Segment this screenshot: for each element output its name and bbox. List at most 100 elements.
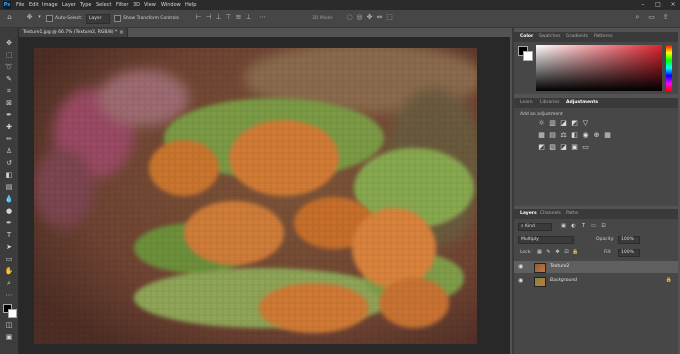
exposure-icon[interactable]: ◩ bbox=[571, 120, 578, 127]
brightness-icon[interactable]: ☼ bbox=[538, 120, 545, 127]
share-icon[interactable]: ⇪ bbox=[662, 14, 669, 21]
lock-paint-icon[interactable]: ✎ bbox=[545, 249, 552, 256]
drag-3d-icon[interactable]: ✥ bbox=[366, 14, 373, 21]
menu-help[interactable]: Help bbox=[185, 1, 196, 9]
screen-mode-icon[interactable]: ▣ bbox=[3, 332, 15, 342]
auto-select-dropdown[interactable]: Layer bbox=[86, 14, 110, 24]
healing-brush-tool-icon[interactable]: ✚ bbox=[3, 122, 15, 132]
quick-select-tool-icon[interactable]: ✎ bbox=[3, 74, 15, 84]
lasso-tool-icon[interactable]: ➰ bbox=[3, 62, 15, 72]
background-color-swatch[interactable] bbox=[8, 309, 17, 318]
lock-pixels-icon[interactable]: ▦ bbox=[536, 249, 543, 256]
align-top-icon[interactable]: ⊤ bbox=[225, 14, 232, 21]
gradient-tool-icon[interactable]: ▤ bbox=[3, 182, 15, 192]
tab-patterns[interactable]: Patterns bbox=[594, 34, 613, 39]
layer-filter-kind[interactable]: ⌕ Kind bbox=[518, 223, 552, 231]
document-tab[interactable]: Texture1.jpg @ 66.7% (Texture2, RGB/8) *… bbox=[19, 28, 128, 37]
opacity-input[interactable]: 100% bbox=[618, 236, 640, 244]
scale-3d-icon[interactable]: ⬚ bbox=[386, 14, 393, 21]
quick-mask-icon[interactable]: ◫ bbox=[3, 320, 15, 330]
layer-row-background[interactable]: ◉ Background 🔒 bbox=[514, 275, 678, 287]
align-right-icon[interactable]: ⊥ bbox=[215, 14, 222, 21]
filter-shape-icon[interactable]: ▭ bbox=[590, 223, 597, 230]
move-tool-icon[interactable]: ✥ bbox=[3, 38, 15, 48]
history-brush-tool-icon[interactable]: ↺ bbox=[3, 158, 15, 168]
maximize-icon[interactable]: □ bbox=[651, 0, 665, 10]
visibility-eye-icon[interactable]: ◉ bbox=[518, 277, 523, 284]
menu-select[interactable]: Select bbox=[96, 1, 111, 9]
lock-artboard-icon[interactable]: ⊡ bbox=[563, 249, 570, 256]
pen-tool-icon[interactable]: ✒ bbox=[3, 218, 15, 228]
filter-smart-icon[interactable]: ⊡ bbox=[600, 223, 607, 230]
align-middle-icon[interactable]: ≡ bbox=[235, 14, 242, 21]
color-field[interactable] bbox=[536, 45, 662, 91]
workspace-icon[interactable]: ▭ bbox=[648, 14, 655, 21]
marquee-tool-icon[interactable]: ⬚ bbox=[3, 50, 15, 60]
move-tool-icon[interactable]: ✥ bbox=[26, 14, 33, 21]
filter-type-icon[interactable]: T bbox=[580, 223, 587, 230]
frame-tool-icon[interactable]: ⊠ bbox=[3, 98, 15, 108]
menu-edit[interactable]: Edit bbox=[29, 1, 39, 9]
minimize-icon[interactable]: – bbox=[636, 0, 650, 10]
color-balance-icon[interactable]: ⚖ bbox=[560, 132, 567, 139]
color-lookup-icon[interactable]: ▦ bbox=[604, 132, 611, 139]
tab-paths[interactable]: Paths bbox=[566, 211, 578, 216]
eyedropper-tool-icon[interactable]: ✒ bbox=[3, 110, 15, 120]
filter-adjustment-icon[interactable]: ◐ bbox=[570, 223, 577, 230]
menu-image[interactable]: Image bbox=[42, 1, 58, 9]
blur-tool-icon[interactable]: 💧 bbox=[3, 194, 15, 204]
menu-window[interactable]: Window bbox=[161, 1, 181, 9]
close-tab-icon[interactable]: × bbox=[119, 29, 124, 36]
invert-icon[interactable]: ◩ bbox=[538, 144, 545, 151]
tab-swatches[interactable]: Swatches bbox=[539, 34, 561, 39]
tab-gradients[interactable]: Gradients bbox=[566, 34, 588, 39]
photo-filter-icon[interactable]: ◉ bbox=[582, 132, 589, 139]
orbit-3d-icon[interactable]: ◌ bbox=[346, 14, 353, 21]
threshold-icon[interactable]: ◪ bbox=[560, 144, 567, 151]
levels-icon[interactable]: ▥ bbox=[549, 120, 556, 127]
dodge-tool-icon[interactable]: ● bbox=[3, 206, 15, 216]
align-left-icon[interactable]: ⊢ bbox=[195, 14, 202, 21]
curves-icon[interactable]: ◪ bbox=[560, 120, 567, 127]
hand-tool-icon[interactable]: ✋ bbox=[3, 266, 15, 276]
menu-filter[interactable]: Filter bbox=[116, 1, 128, 9]
type-tool-icon[interactable]: T bbox=[3, 230, 15, 240]
tab-libraries[interactable]: Libraries bbox=[540, 100, 559, 105]
visibility-eye-icon[interactable]: ◉ bbox=[518, 263, 523, 270]
bw-icon[interactable]: ◧ bbox=[571, 132, 578, 139]
hue-slider[interactable] bbox=[666, 45, 672, 91]
chevron-down-icon[interactable]: ▾ bbox=[36, 14, 43, 21]
roll-3d-icon[interactable]: ◎ bbox=[356, 14, 363, 21]
show-transform-checkbox[interactable] bbox=[114, 15, 121, 22]
blend-mode-dropdown[interactable]: Multiply bbox=[518, 236, 574, 244]
background-color-chip[interactable] bbox=[523, 51, 533, 61]
more-tools-icon[interactable]: ⋯ bbox=[3, 290, 15, 300]
close-icon[interactable]: × bbox=[666, 0, 680, 10]
menu-3d[interactable]: 3D bbox=[133, 1, 140, 9]
zoom-tool-icon[interactable]: ⌕ bbox=[3, 278, 15, 288]
layer-row-texture2[interactable]: ◉ Texture2 bbox=[514, 261, 678, 273]
hue-sat-icon[interactable]: ▤ bbox=[549, 132, 556, 139]
auto-select-checkbox[interactable] bbox=[46, 15, 53, 22]
more-options-icon[interactable]: ⋯ bbox=[259, 14, 266, 21]
eraser-tool-icon[interactable]: ◧ bbox=[3, 170, 15, 180]
menu-layer[interactable]: Layer bbox=[62, 1, 76, 9]
menu-view[interactable]: View bbox=[144, 1, 156, 9]
clone-stamp-tool-icon[interactable]: ♙ bbox=[3, 146, 15, 156]
channel-mixer-icon[interactable]: ⊕ bbox=[593, 132, 600, 139]
gradient-map-icon[interactable]: ▭ bbox=[582, 144, 589, 151]
menu-type[interactable]: Type bbox=[80, 1, 91, 9]
align-bottom-icon[interactable]: ⊥ bbox=[245, 14, 252, 21]
brush-tool-icon[interactable]: ✏ bbox=[3, 134, 15, 144]
path-select-tool-icon[interactable]: ➤ bbox=[3, 242, 15, 252]
triangle-icon[interactable]: ▽ bbox=[582, 120, 589, 127]
tab-learn[interactable]: Learn bbox=[520, 100, 533, 105]
tab-adjustments[interactable]: Adjustments bbox=[566, 100, 598, 105]
fill-input[interactable]: 100% bbox=[618, 249, 640, 257]
align-center-icon[interactable]: ⊣ bbox=[205, 14, 212, 21]
home-icon[interactable]: ⌂ bbox=[6, 14, 13, 21]
crop-tool-icon[interactable]: ⌗ bbox=[3, 86, 15, 96]
filter-pixel-icon[interactable]: ▣ bbox=[560, 223, 567, 230]
tab-channels[interactable]: Channels bbox=[540, 211, 561, 216]
lock-position-icon[interactable]: ✥ bbox=[554, 249, 561, 256]
